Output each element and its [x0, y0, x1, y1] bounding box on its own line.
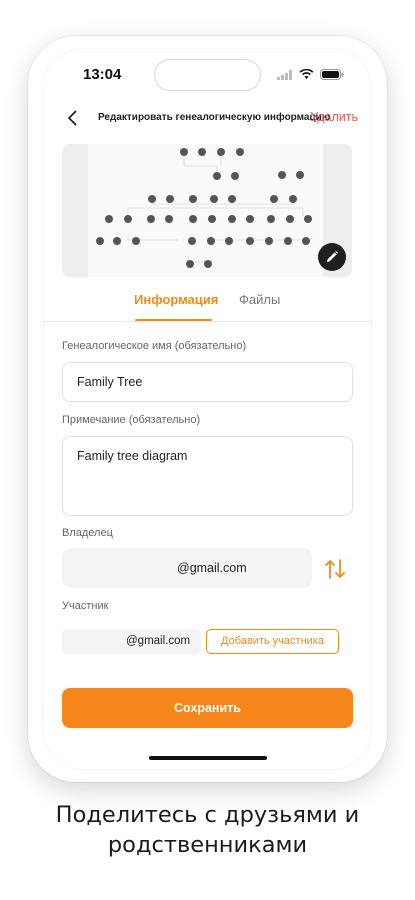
app-screen: 13:04 Редактировать генеалогическую инфо… [43, 48, 372, 770]
wifi-icon [299, 67, 314, 85]
genealogy-name-input[interactable]: Family Tree [62, 362, 353, 402]
top-header: Редактировать генеалогическую информацию… [43, 100, 372, 138]
owner-label: Владелец [62, 527, 113, 539]
genealogy-name-label: Генеалогическое имя (обязательно) [62, 340, 247, 352]
status-time: 13:04 [83, 66, 122, 83]
family-tree-preview[interactable] [62, 144, 352, 277]
tab-files[interactable]: Файлы [239, 292, 280, 307]
note-label: Примечание (обязательно) [62, 414, 201, 426]
dynamic-island [154, 59, 261, 91]
page-title: Редактировать генеалогическую информацию [98, 112, 331, 123]
back-chevron-icon [68, 110, 77, 126]
tab-bar: Информация Файлы [43, 292, 372, 322]
caption-line-1: Поделитесь с друзьями и [55, 802, 360, 828]
tab-information[interactable]: Информация [134, 292, 218, 307]
battery-icon [320, 67, 344, 85]
family-tree-thumbnail [96, 148, 312, 268]
member-field: @gmail.com [62, 629, 201, 654]
transfer-owner-button[interactable] [323, 558, 347, 580]
signal-icon [277, 67, 293, 85]
note-textarea[interactable]: Family tree diagram [62, 436, 353, 516]
swap-arrows-icon [325, 559, 345, 579]
owner-field: @gmail.com [62, 548, 312, 588]
caption-line-2: родственниками [107, 832, 308, 858]
tree-canvas [88, 144, 323, 277]
member-label: Участник [62, 600, 109, 612]
home-indicator [149, 756, 267, 760]
back-button[interactable] [63, 108, 83, 128]
edit-tree-button[interactable] [318, 243, 346, 271]
pencil-icon [327, 251, 338, 262]
add-member-button[interactable]: Добавить участника [206, 629, 339, 654]
delete-button[interactable]: Удалить [310, 110, 358, 124]
active-tab-indicator [135, 319, 212, 321]
promo-caption: Поделитесь с друзьями и родственниками [0, 800, 415, 860]
save-button[interactable]: Сохранить [62, 688, 353, 728]
status-icons [277, 67, 344, 85]
